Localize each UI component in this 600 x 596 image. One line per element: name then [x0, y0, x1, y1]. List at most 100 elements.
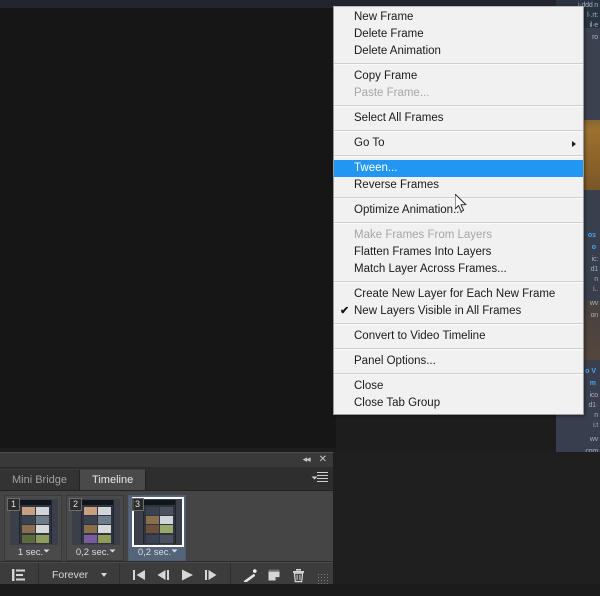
frame-preview-cell — [98, 534, 111, 543]
frame-preview-cell — [21, 534, 35, 543]
menu-item-label: Convert to Video Timeline — [354, 330, 486, 342]
menu-item-label: Match Layer Across Frames... — [354, 263, 507, 275]
menu-item-delete-animation[interactable]: Delete Animation — [334, 43, 583, 60]
frame-preview-cell — [21, 507, 35, 515]
menu-separator — [334, 373, 583, 375]
menu-item-close-tab-group[interactable]: Close Tab Group — [334, 395, 583, 412]
menu-item-label: New Layers Visible in All Frames — [354, 305, 522, 317]
menu-item-panel-options[interactable]: Panel Options... — [334, 353, 583, 370]
frame-preview-cell — [83, 534, 97, 543]
menu-item-optimize-animation[interactable]: Optimize Animation... — [334, 202, 583, 219]
menu-item-label: Paste Frame... — [354, 87, 430, 99]
resize-grip-icon[interactable] — [317, 573, 328, 584]
menu-separator — [334, 130, 583, 132]
menu-item-label: Create New Layer for Each New Frame — [354, 288, 556, 300]
menu-separator — [334, 348, 583, 350]
frame-thumbnail[interactable]: 2 0,2 sec. — [66, 495, 124, 561]
chevron-down-icon — [171, 549, 178, 553]
menu-item-go-to[interactable]: Go To — [334, 135, 583, 152]
frame-preview-cell — [145, 525, 159, 534]
menu-item-new-layers-visible-in-all-frames[interactable]: ✔ New Layers Visible in All Frames — [334, 303, 583, 320]
frame-thumbnail[interactable]: 3 0,2 sec. — [128, 495, 186, 561]
frame-delay-select[interactable]: 1 sec. — [5, 547, 61, 558]
menu-separator — [334, 105, 583, 107]
frame-preview-header — [144, 500, 175, 505]
frame-number: 1 — [7, 498, 20, 511]
menu-separator — [334, 197, 583, 199]
menu-item-paste-frame: Paste Frame... — [334, 85, 583, 102]
collapse-to-icons-icon[interactable]: ◂◂ — [303, 454, 311, 465]
panel-right-empty-area — [333, 452, 600, 596]
frame-preview-cell — [36, 534, 49, 543]
timeline-panel: ◂◂ ✕ Mini Bridge Timeline 1 1 sec. 2 0,2 se… — [0, 452, 333, 587]
menu-separator — [334, 63, 583, 65]
frame-preview-cell — [83, 507, 97, 515]
select-previous-frame-icon[interactable] — [151, 564, 175, 586]
menu-item-close[interactable]: Close — [334, 378, 583, 395]
context-menu[interactable]: New Frame Delete Frame Delete Animation Cop… — [333, 6, 584, 415]
loop-option-value: Forever — [52, 569, 89, 581]
panel-menu-icon[interactable] — [311, 472, 328, 484]
menu-item-new-frame[interactable]: New Frame — [334, 9, 583, 26]
menu-item-reverse-frames[interactable]: Reverse Frames — [334, 177, 583, 194]
frame-preview-cell — [160, 525, 173, 534]
frame-preview-cell — [83, 525, 97, 534]
frame-preview-cell — [21, 525, 35, 534]
select-first-frame-icon[interactable] — [127, 564, 151, 586]
menu-item-create-new-layer-for-each-new-frame[interactable]: Create New Layer for Each New Frame — [334, 286, 583, 303]
menu-item-match-layer-across-frames[interactable]: Match Layer Across Frames... — [334, 261, 583, 278]
panel-menu-caret-icon — [311, 476, 318, 480]
menu-item-label: Close Tab Group — [354, 397, 441, 409]
menu-item-make-frames-from-layers: Make Frames From Layers — [334, 227, 583, 244]
menu-item-flatten-frames-into-layers[interactable]: Flatten Frames Into Layers — [334, 244, 583, 261]
menu-item-copy-frame[interactable]: Copy Frame — [334, 68, 583, 85]
menu-item-convert-to-video-timeline[interactable]: Convert to Video Timeline — [334, 328, 583, 345]
frame-preview-cell — [160, 534, 173, 543]
tab-mini-bridge[interactable]: Mini Bridge — [0, 469, 81, 490]
menu-item-delete-frame[interactable]: Delete Frame — [334, 26, 583, 43]
frame-preview-cell — [145, 507, 159, 515]
menu-item-label: Optimize Animation... — [354, 204, 463, 216]
menu-item-label: Tween... — [354, 162, 398, 174]
frame-preview-header — [82, 500, 113, 505]
menu-separator — [334, 222, 583, 224]
frame-delay-value: 0,2 sec. — [75, 547, 110, 558]
menu-item-select-all-frames[interactable]: Select All Frames — [334, 110, 583, 127]
loop-option-select[interactable]: Forever — [46, 569, 112, 581]
tab-mini-bridge-label: Mini Bridge — [12, 474, 68, 486]
frame-thumbnail[interactable]: 1 1 sec. — [4, 495, 62, 561]
frame-preview-cell — [36, 507, 49, 515]
tween-frames-icon[interactable] — [7, 564, 31, 586]
frame-delay-value: 0,2 sec. — [137, 547, 172, 558]
menu-separator — [334, 281, 583, 283]
frames-strip: 1 1 sec. 2 0,2 sec. 3 0,2 sec. — [0, 491, 333, 562]
check-icon: ✔ — [340, 305, 350, 317]
window-bottom-edge — [0, 584, 600, 596]
tab-timeline[interactable]: Timeline — [80, 469, 147, 490]
menu-item-label: Delete Frame — [354, 28, 424, 40]
frame-delay-select[interactable]: 0,2 sec. — [67, 547, 123, 558]
submenu-arrow-icon — [572, 140, 576, 147]
duplicate-frames-icon[interactable] — [262, 564, 286, 586]
frame-preview-cell — [36, 525, 49, 534]
menu-item-tween[interactable]: Tween... — [334, 160, 583, 177]
panel-titlebar: ◂◂ ✕ — [0, 453, 333, 468]
menu-item-label: Reverse Frames — [354, 179, 439, 191]
menu-item-label: Panel Options... — [354, 355, 436, 367]
frame-preview-cell — [145, 516, 159, 525]
play-animation-icon[interactable] — [175, 564, 199, 586]
menu-separator — [334, 155, 583, 157]
frame-preview-page — [19, 500, 52, 544]
frame-preview-cell — [98, 507, 111, 515]
frame-preview-page — [143, 500, 176, 544]
menu-item-label: Select All Frames — [354, 112, 444, 124]
tween-icon[interactable] — [238, 564, 262, 586]
frame-preview-cell — [160, 516, 173, 525]
select-next-frame-icon[interactable] — [199, 564, 223, 586]
menu-item-label: Copy Frame — [354, 70, 418, 82]
delete-frame-trash-icon[interactable] — [286, 564, 310, 586]
close-icon[interactable]: ✕ — [319, 454, 327, 465]
menu-separator — [334, 323, 583, 325]
frame-delay-select[interactable]: 0,2 sec. — [129, 547, 185, 558]
frame-preview-cell — [83, 516, 97, 525]
